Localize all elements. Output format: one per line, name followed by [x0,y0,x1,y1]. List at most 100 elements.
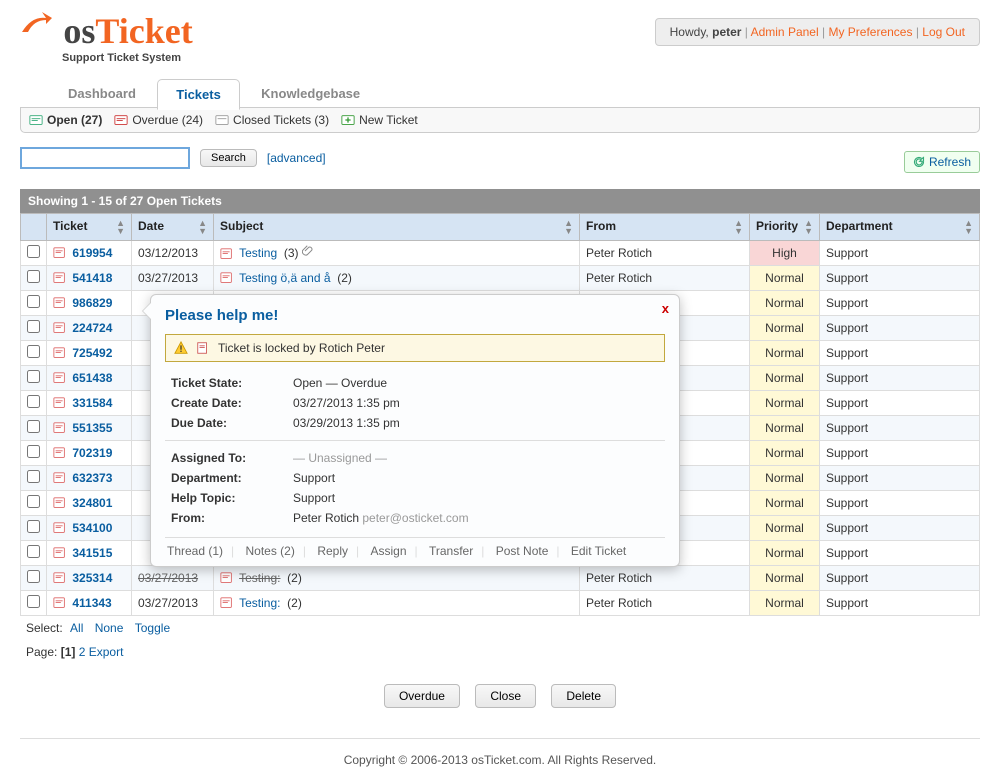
col-priority[interactable]: Priority▲▼ [750,214,820,241]
popup-state-value: Open — Overdue [289,374,663,392]
popup-close-button[interactable]: x [662,301,669,316]
my-preferences-link[interactable]: My Preferences [828,25,912,39]
ticket-id-link[interactable]: 224724 [72,321,112,335]
col-subject[interactable]: Subject▲▼ [214,214,580,241]
popup-transfer-link[interactable]: Transfer [429,544,473,558]
col-ticket[interactable]: Ticket▲▼ [47,214,132,241]
logout-link[interactable]: Log Out [922,25,965,39]
table-row: 41134303/27/2013 Testing: (2) Peter Roti… [21,591,980,616]
tab-dashboard[interactable]: Dashboard [50,79,154,108]
row-checkbox[interactable] [27,245,40,258]
row-checkbox[interactable] [27,445,40,458]
reply-count: (2) [337,271,352,285]
ticket-id-link[interactable]: 551355 [72,421,112,435]
logo[interactable]: osTicket Support Ticket System [20,10,193,64]
subnav-closed[interactable]: Closed Tickets (3) [215,113,329,127]
table-row: 54141803/27/2013 Testing ö,ä and å (2) P… [21,266,980,291]
row-checkbox[interactable] [27,495,40,508]
select-none-link[interactable]: None [95,621,124,635]
ticket-row-icon [220,571,234,585]
row-checkbox[interactable] [27,395,40,408]
popup-from-label: From: [167,509,287,527]
delete-button[interactable]: Delete [551,684,616,708]
ticket-priority: High [750,241,820,266]
export-link[interactable]: Export [89,645,124,659]
refresh-label: Refresh [929,155,971,169]
popup-edit-link[interactable]: Edit Ticket [571,544,626,558]
ticket-preview-popup: x Please help me! Ticket is locked by Ro… [150,294,680,567]
overdue-button[interactable]: Overdue [384,684,460,708]
ticket-id-link[interactable]: 725492 [72,346,112,360]
ticket-id-link[interactable]: 324801 [72,496,112,510]
ticket-row-icon [53,496,67,510]
ticket-id-link[interactable]: 325314 [72,571,112,585]
row-checkbox[interactable] [27,595,40,608]
ticket-subject-link[interactable]: Testing: [239,571,280,585]
row-checkbox[interactable] [27,470,40,483]
ticket-subject-link[interactable]: Testing [239,246,277,260]
popup-postnote-link[interactable]: Post Note [496,544,549,558]
row-checkbox[interactable] [27,295,40,308]
row-checkbox[interactable] [27,345,40,358]
row-checkbox[interactable] [27,420,40,433]
ticket-id-link[interactable]: 702319 [72,446,112,460]
popup-state-label: Ticket State: [167,374,287,392]
ticket-row-icon [220,596,234,610]
reply-count: (2) [287,596,302,610]
popup-notes-link[interactable]: Notes (2) [246,544,295,558]
ticket-id-link[interactable]: 632373 [72,471,112,485]
ticket-id-link[interactable]: 651438 [72,371,112,385]
advanced-search-link[interactable]: [advanced] [267,151,326,165]
row-checkbox[interactable] [27,270,40,283]
ticket-department: Support [820,241,980,266]
refresh-button[interactable]: Refresh [904,151,980,173]
subnav-overdue[interactable]: Overdue (24) [114,113,203,127]
ticket-priority: Normal [750,266,820,291]
col-date[interactable]: Date▲▼ [132,214,214,241]
ticket-id-link[interactable]: 619954 [72,246,112,260]
tab-tickets[interactable]: Tickets [157,79,240,110]
popup-assigned-label: Assigned To: [167,449,287,467]
popup-from-value: Peter Rotich peter@osticket.com [289,509,663,527]
ticket-priority: Normal [750,516,820,541]
page-current: [1] [61,645,76,659]
ticket-department: Support [820,516,980,541]
search-button[interactable]: Search [200,149,257,167]
ticket-id-link[interactable]: 411343 [72,596,111,610]
ticket-department: Support [820,566,980,591]
row-checkbox[interactable] [27,370,40,383]
close-button[interactable]: Close [475,684,536,708]
tab-knowledgebase[interactable]: Knowledgebase [243,79,378,108]
ticket-subject-link[interactable]: Testing ö,ä and å [239,271,330,285]
page-2-link[interactable]: 2 [79,645,86,659]
subnav-open[interactable]: Open (27) [29,113,102,127]
ticket-id-link[interactable]: 331584 [72,396,112,410]
select-all-link[interactable]: All [70,621,83,635]
col-from[interactable]: From▲▼ [580,214,750,241]
ticket-id-link[interactable]: 341515 [72,546,112,560]
ticket-id-link[interactable]: 541418 [72,271,112,285]
row-checkbox[interactable] [27,545,40,558]
row-checkbox[interactable] [27,570,40,583]
ticket-priority: Normal [750,591,820,616]
ticket-from: Peter Rotich [580,241,750,266]
admin-panel-link[interactable]: Admin Panel [751,25,819,39]
popup-assign-link[interactable]: Assign [370,544,406,558]
ticket-id-link[interactable]: 986829 [72,296,112,310]
sub-nav: Open (27) Overdue (24) Closed Tickets (3… [20,108,980,133]
ticket-subject-link[interactable]: Testing: [239,596,280,610]
popup-thread-link[interactable]: Thread (1) [167,544,223,558]
ticket-id-link[interactable]: 534100 [72,521,112,535]
search-input[interactable] [20,147,190,169]
row-checkbox[interactable] [27,320,40,333]
popup-reply-link[interactable]: Reply [317,544,348,558]
select-toggle-link[interactable]: Toggle [135,621,170,635]
subnav-new-ticket[interactable]: New Ticket [341,113,418,127]
bulk-actions: Overdue Close Delete [20,684,980,708]
col-department[interactable]: Department▲▼ [820,214,980,241]
popup-meta-table: Ticket State:Open — Overdue Create Date:… [165,372,665,434]
refresh-icon [913,156,925,168]
popup-create-label: Create Date: [167,394,287,412]
reply-count: (3) [284,246,299,260]
row-checkbox[interactable] [27,520,40,533]
